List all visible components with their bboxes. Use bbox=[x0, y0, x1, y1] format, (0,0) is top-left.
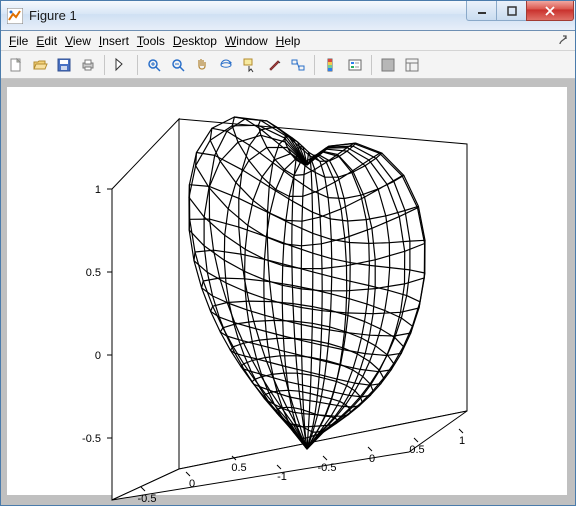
insert-colorbar-button[interactable] bbox=[320, 54, 342, 76]
y-tick-label: -0.5 bbox=[318, 462, 337, 474]
window-controls bbox=[466, 1, 574, 21]
z-tick-label: 1 bbox=[95, 184, 101, 196]
titlebar: Figure 1 bbox=[1, 1, 575, 31]
print-button[interactable] bbox=[77, 54, 99, 76]
menu-insert[interactable]: Insert bbox=[95, 32, 133, 50]
zoom-out-button[interactable] bbox=[167, 54, 189, 76]
brush-button[interactable] bbox=[263, 54, 285, 76]
axes-3d[interactable]: -0.5 0 0.5 1 -0.5 0 0.5 -1 -0.5 0 0.5 bbox=[7, 87, 567, 495]
y-tick-label: -1 bbox=[277, 471, 287, 483]
z-tick-label: 0.5 bbox=[86, 267, 101, 279]
menu-file[interactable]: File bbox=[5, 32, 32, 50]
show-plot-tools-button[interactable] bbox=[401, 54, 423, 76]
menu-edit[interactable]: Edit bbox=[32, 32, 61, 50]
figure-canvas[interactable]: -0.5 0 0.5 1 -0.5 0 0.5 -1 -0.5 0 0.5 bbox=[1, 79, 575, 505]
menu-help[interactable]: Help bbox=[272, 32, 305, 50]
z-tick-label: 0 bbox=[95, 350, 101, 362]
x-tick-label: -0.5 bbox=[138, 493, 157, 505]
toolbar bbox=[1, 51, 575, 79]
link-plot-button[interactable] bbox=[287, 54, 309, 76]
x-tick-label: 0 bbox=[189, 478, 195, 490]
close-button[interactable] bbox=[526, 1, 574, 21]
y-tick-label: 0 bbox=[369, 453, 375, 465]
pan-button[interactable] bbox=[191, 54, 213, 76]
matlab-figure-icon bbox=[7, 8, 23, 24]
y-tick-label: 1 bbox=[459, 435, 465, 447]
menu-tools[interactable]: Tools bbox=[133, 32, 169, 50]
minimize-button[interactable] bbox=[466, 1, 496, 21]
menu-view[interactable]: View bbox=[61, 32, 95, 50]
rotate-3d-button[interactable] bbox=[215, 54, 237, 76]
edit-plot-button[interactable] bbox=[110, 54, 132, 76]
insert-legend-button[interactable] bbox=[344, 54, 366, 76]
new-figure-button[interactable] bbox=[5, 54, 27, 76]
zoom-in-button[interactable] bbox=[143, 54, 165, 76]
maximize-button[interactable] bbox=[496, 1, 526, 21]
y-tick-label: 0.5 bbox=[409, 444, 424, 456]
dock-toggle-icon[interactable] bbox=[555, 33, 571, 49]
open-button[interactable] bbox=[29, 54, 51, 76]
menubar: File Edit View Insert Tools Desktop Wind… bbox=[1, 31, 575, 51]
window-title: Figure 1 bbox=[29, 8, 466, 23]
hide-plot-tools-button[interactable] bbox=[377, 54, 399, 76]
menu-window[interactable]: Window bbox=[221, 32, 272, 50]
figure-window: Figure 1 File Edit View Insert Tools Des… bbox=[0, 0, 576, 506]
z-tick-label: -0.5 bbox=[82, 433, 101, 445]
data-cursor-button[interactable] bbox=[239, 54, 261, 76]
save-button[interactable] bbox=[53, 54, 75, 76]
menu-desktop[interactable]: Desktop bbox=[169, 32, 221, 50]
x-tick-label: 0.5 bbox=[231, 462, 246, 474]
